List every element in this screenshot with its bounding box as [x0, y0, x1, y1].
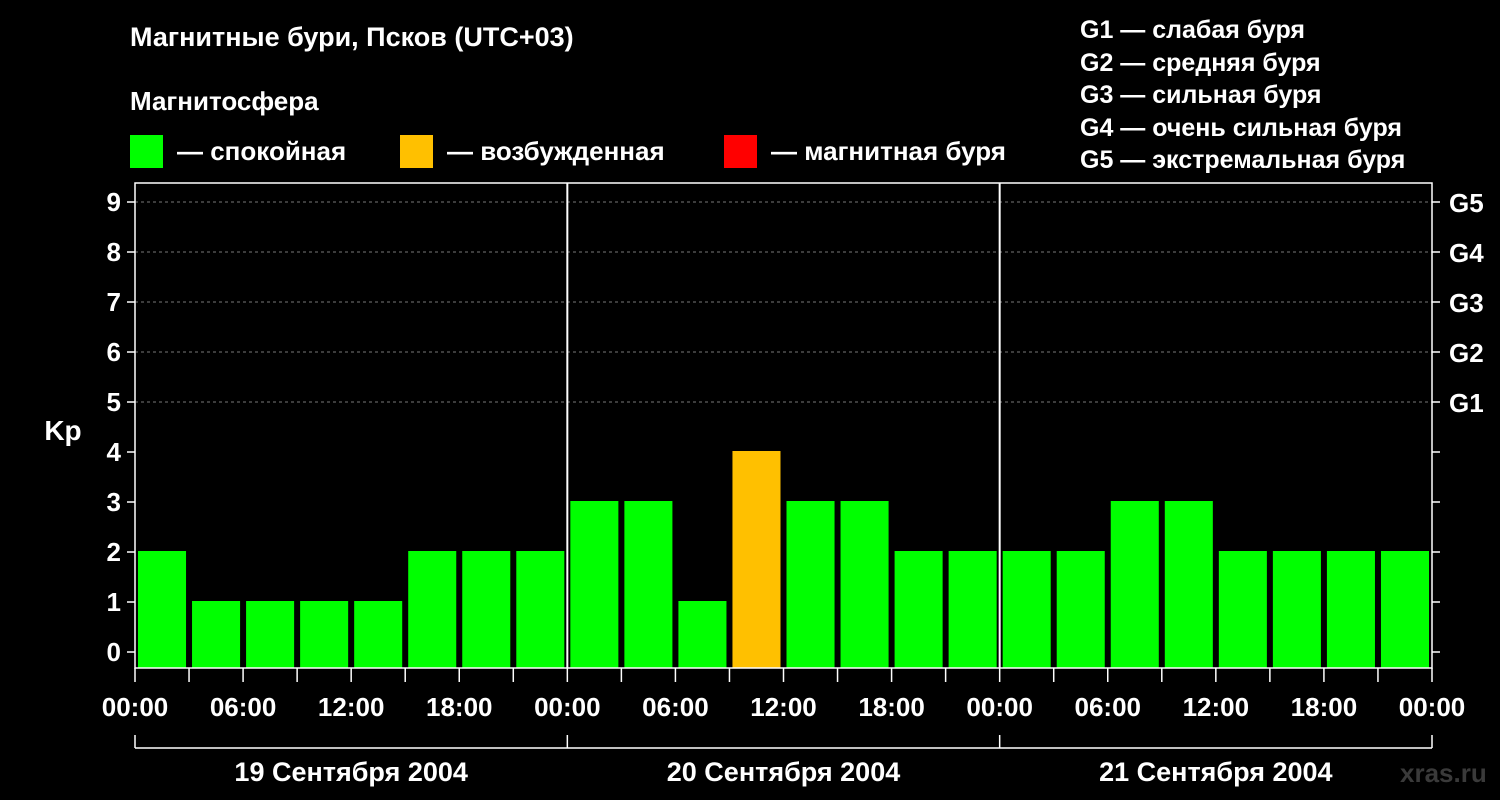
x-tick-label: 18:00 [426, 692, 493, 722]
x-tick-label: 18:00 [858, 692, 925, 722]
x-tick-label: 00:00 [102, 692, 169, 722]
day-label: 21 Сентября 2004 [1099, 757, 1332, 787]
x-tick-label: 12:00 [318, 692, 385, 722]
bar-kp [246, 601, 295, 668]
bar-kp [192, 601, 241, 668]
y-tick-label: 4 [107, 437, 122, 467]
x-tick-label: 06:00 [1075, 692, 1142, 722]
bar-kp [786, 501, 835, 668]
g-tick-label: G4 [1449, 238, 1484, 268]
bar-kp [1272, 551, 1321, 668]
day-label: 20 Сентября 2004 [667, 757, 900, 787]
bar-kp [354, 601, 403, 668]
bar-kp [1326, 551, 1375, 668]
bar-kp [948, 551, 997, 668]
bar-kp [300, 601, 349, 668]
x-tick-label: 00:00 [966, 692, 1033, 722]
y-tick-label: 5 [107, 387, 121, 417]
y-tick-label: 9 [107, 187, 121, 217]
y-tick-label: 0 [107, 637, 121, 667]
y-tick-label: 8 [107, 237, 121, 267]
x-tick-label: 00:00 [1399, 692, 1466, 722]
x-tick-label: 12:00 [750, 692, 817, 722]
bar-kp [1164, 501, 1213, 668]
x-tick-label: 18:00 [1291, 692, 1358, 722]
g-tick-label: G2 [1449, 338, 1484, 368]
bar-kp [1110, 501, 1159, 668]
bar-kp [840, 501, 889, 668]
bar-kp [462, 551, 511, 668]
g-tick-label: G3 [1449, 288, 1484, 318]
bar-kp [732, 451, 781, 668]
bar-kp [1002, 551, 1051, 668]
y-tick-label: 6 [107, 337, 121, 367]
y-tick-label: 2 [107, 537, 121, 567]
x-tick-label: 06:00 [210, 692, 277, 722]
bar-kp [678, 601, 727, 668]
bar-kp [570, 501, 619, 668]
bar-kp [1380, 551, 1429, 668]
x-tick-label: 00:00 [534, 692, 601, 722]
bar-kp [408, 551, 457, 668]
bar-kp [138, 551, 187, 668]
bar-kp [1218, 551, 1267, 668]
bar-kp [1056, 551, 1105, 668]
y-tick-label: 3 [107, 487, 121, 517]
x-tick-label: 06:00 [642, 692, 709, 722]
g-tick-label: G1 [1449, 388, 1484, 418]
y-tick-label: 7 [107, 287, 121, 317]
bar-kp [516, 551, 565, 668]
x-tick-label: 12:00 [1183, 692, 1250, 722]
g-tick-label: G5 [1449, 188, 1484, 218]
day-label: 19 Сентября 2004 [234, 757, 467, 787]
bar-kp [894, 551, 943, 668]
watermark: xras.ru [1400, 758, 1487, 788]
kp-chart: 0 1 2 3 4 5 6 7 8 9 G1 G2 G3 G4 G5 Kp 00:00 06:00 12:00 18:… [44, 182, 1484, 787]
bar-kp [624, 501, 673, 668]
y-axis-label: Kp [44, 415, 81, 446]
y-tick-label: 1 [107, 587, 121, 617]
